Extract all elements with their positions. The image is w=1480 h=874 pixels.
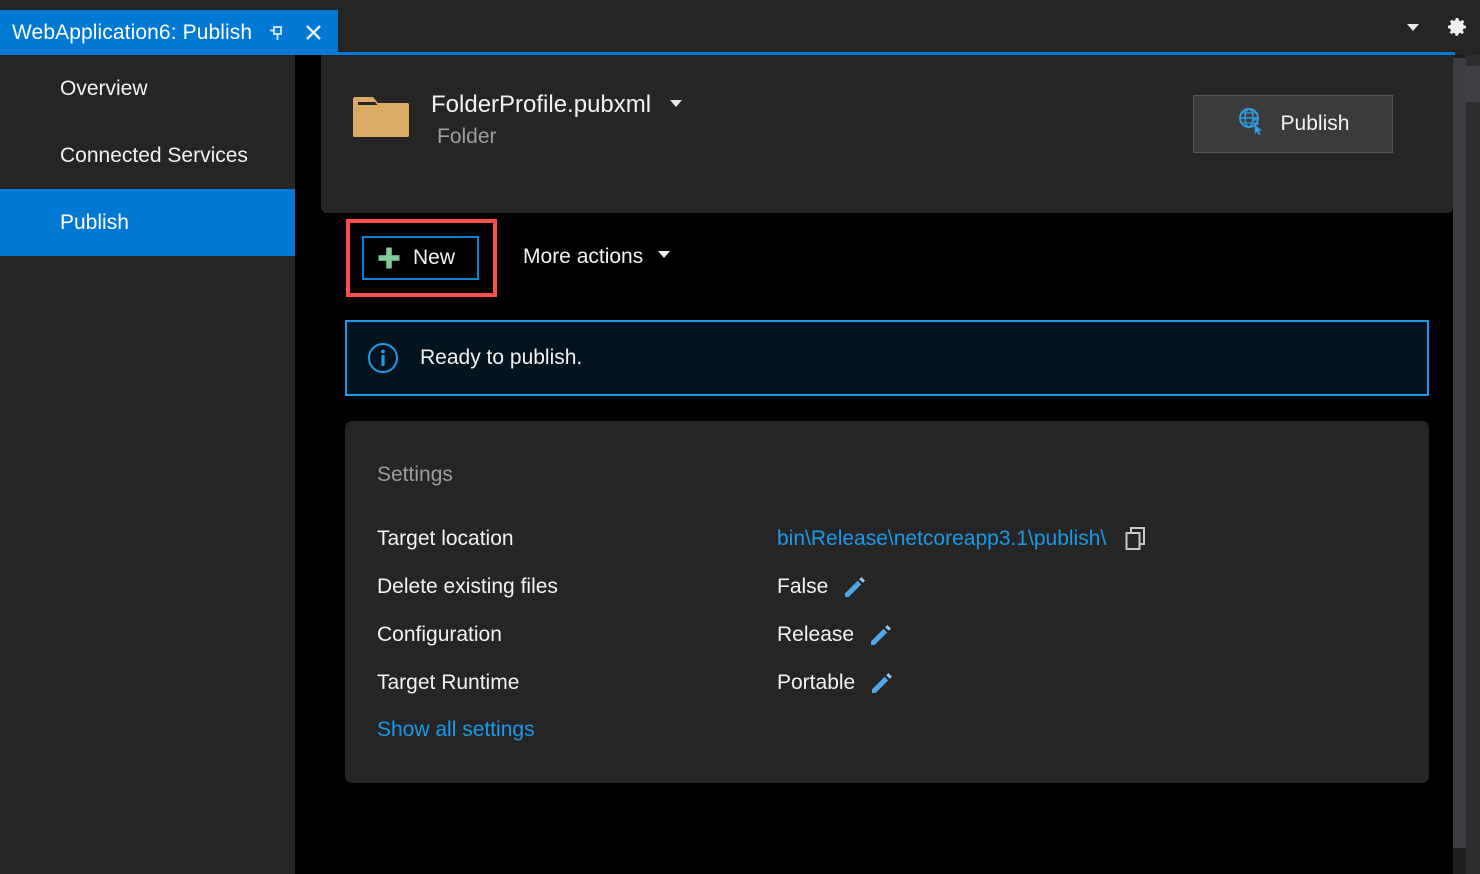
settings-label: Target Runtime — [377, 671, 777, 695]
right-gutter — [1466, 55, 1480, 874]
settings-value-wrap: bin\Release\netcoreapp3.1\publish\ — [777, 526, 1148, 552]
settings-card: Settings Target location bin\Release\net… — [345, 421, 1429, 783]
sidebar-item-label: Connected Services — [60, 144, 248, 168]
settings-row-target-location: Target location bin\Release\netcoreapp3.… — [377, 515, 1397, 563]
show-all-settings-link[interactable]: Show all settings — [377, 718, 535, 742]
sidebar-item-publish[interactable]: Publish — [0, 189, 295, 256]
more-actions-button[interactable]: More actions — [523, 245, 673, 271]
tab-publish[interactable]: WebApplication6: Publish — [0, 10, 338, 55]
publish-globe-icon — [1237, 106, 1267, 142]
window-controls — [1398, 10, 1472, 44]
plus-icon — [376, 245, 402, 271]
tab-title: WebApplication6: Publish — [12, 21, 252, 45]
gear-icon[interactable] — [1442, 12, 1472, 42]
pencil-icon[interactable] — [869, 671, 893, 695]
new-button-label: New — [413, 246, 455, 270]
target-location-link[interactable]: bin\Release\netcoreapp3.1\publish\ — [777, 527, 1106, 551]
publish-window: WebApplication6: Publish — [0, 0, 1480, 874]
pencil-icon[interactable] — [868, 623, 892, 647]
settings-label: Target location — [377, 527, 777, 551]
settings-value: False — [777, 575, 828, 599]
tab-strip: WebApplication6: Publish — [0, 0, 1480, 55]
settings-label: Configuration — [377, 623, 777, 647]
main-content: New More actions Read — [321, 213, 1453, 874]
more-actions-label: More actions — [523, 245, 643, 269]
sidebar-item-label: Overview — [60, 77, 148, 101]
settings-row-configuration: Configuration Release — [377, 611, 1397, 659]
info-circle-icon — [366, 341, 400, 375]
publish-button-label: Publish — [1281, 112, 1350, 136]
settings-value-wrap: Portable — [777, 671, 893, 695]
chevron-down-icon — [655, 245, 673, 269]
publish-button[interactable]: Publish — [1193, 95, 1393, 153]
profile-name-row[interactable]: FolderProfile.pubxml — [431, 91, 685, 119]
close-icon[interactable] — [302, 22, 324, 44]
settings-title: Settings — [377, 463, 453, 487]
profile-texts: FolderProfile.pubxml Folder — [431, 87, 685, 149]
sidebar: Overview Connected Services Publish — [0, 55, 295, 874]
sidebar-item-connected-services[interactable]: Connected Services — [0, 122, 295, 189]
sidebar-item-overview[interactable]: Overview — [0, 55, 295, 122]
settings-label: Delete existing files — [377, 575, 777, 599]
folder-icon — [353, 91, 409, 143]
actions-toolbar: New More actions — [321, 213, 673, 303]
settings-value-wrap: False — [777, 575, 866, 599]
settings-value: Portable — [777, 671, 855, 695]
pin-icon[interactable] — [266, 22, 288, 44]
right-gutter-block — [1466, 66, 1480, 102]
chevron-down-icon[interactable] — [667, 94, 685, 117]
new-button-highlight: New — [346, 219, 497, 297]
status-banner-text: Ready to publish. — [420, 346, 582, 370]
profile-summary: FolderProfile.pubxml Folder — [353, 87, 685, 149]
sidebar-item-label: Publish — [60, 211, 129, 235]
settings-row-delete-existing-files: Delete existing files False — [377, 563, 1397, 611]
settings-row-target-runtime: Target Runtime Portable — [377, 659, 1397, 707]
profile-header: FolderProfile.pubxml Folder — [321, 55, 1453, 213]
profile-name: FolderProfile.pubxml — [431, 91, 651, 119]
copy-icon[interactable] — [1124, 526, 1148, 552]
settings-value-wrap: Release — [777, 623, 892, 647]
status-banner: Ready to publish. — [345, 320, 1429, 396]
new-profile-button[interactable]: New — [362, 236, 479, 280]
settings-value: Release — [777, 623, 854, 647]
pencil-icon[interactable] — [842, 575, 866, 599]
settings-list: Target location bin\Release\netcoreapp3.… — [377, 515, 1397, 707]
chevron-down-icon[interactable] — [1398, 12, 1428, 42]
profile-subtitle: Folder — [431, 125, 685, 149]
scrollbar-thumb[interactable] — [1453, 58, 1466, 848]
